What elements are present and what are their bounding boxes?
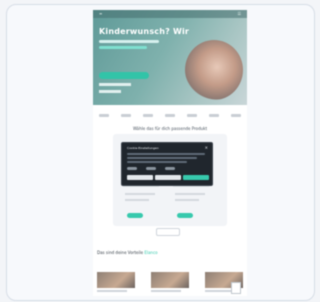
- consent-toggle[interactable]: [146, 167, 156, 170]
- consent-settings-button[interactable]: [155, 175, 181, 180]
- partner-logo: [187, 113, 197, 117]
- close-icon[interactable]: ×: [205, 145, 208, 150]
- hero-feature-line: [99, 83, 131, 86]
- articles-title-highlight: Elanco: [144, 250, 158, 255]
- plan-text-line: [125, 193, 155, 195]
- articles-title-prefix: Das sind deine Vorteile: [97, 250, 144, 255]
- plan-card: [123, 186, 159, 223]
- plan-text-line: [175, 193, 205, 195]
- chat-widget-badge[interactable]: [231, 282, 241, 294]
- hero-feature-line: [99, 90, 121, 93]
- article-caption-line: [151, 290, 181, 292]
- article-card[interactable]: [151, 272, 189, 296]
- article-caption-line: [97, 290, 127, 292]
- logo[interactable]: ≡: [99, 11, 102, 16]
- hero-subtext-line: [99, 40, 159, 43]
- consent-toggle[interactable]: [127, 167, 137, 170]
- partner-logo: [99, 113, 109, 117]
- plan-select-button[interactable]: [127, 213, 143, 218]
- consent-text-line: [127, 161, 187, 163]
- hero-headline: Kinderwunsch? Wir: [99, 27, 190, 36]
- hero-highlight-line: [99, 46, 147, 49]
- partner-logos-row: [93, 110, 247, 120]
- article-image: [151, 272, 189, 288]
- partner-logo: [165, 113, 175, 117]
- partner-logo: [121, 113, 131, 117]
- consent-accept-button[interactable]: [183, 175, 209, 180]
- hero-cta-button[interactable]: [99, 72, 149, 79]
- top-navigation-bar: ≡ ☰: [93, 10, 247, 18]
- consent-text-line: [127, 153, 205, 155]
- article-card[interactable]: [97, 272, 135, 296]
- article-image: [97, 272, 135, 288]
- plan-select-button[interactable]: [177, 213, 193, 218]
- consent-title: Cookie-Einstellungen: [127, 146, 159, 150]
- webpage-screenshot: ≡ ☰ Kinderwunsch? Wir Wähle das für dich…: [93, 10, 247, 296]
- consent-reject-button[interactable]: [127, 175, 153, 180]
- menu-icon[interactable]: ☰: [237, 11, 241, 16]
- partner-logo: [143, 113, 153, 117]
- articles-section-title: Das sind deine Vorteile Elanco: [97, 250, 158, 255]
- consent-text-line: [127, 157, 197, 159]
- plan-card: [173, 186, 209, 223]
- article-thumbnails: [97, 272, 243, 296]
- plans-section-title: Wähle das für dich passende Produkt: [132, 126, 208, 131]
- article-card[interactable]: [205, 272, 243, 296]
- hero-banner: ≡ ☰ Kinderwunsch? Wir: [93, 10, 247, 105]
- more-button[interactable]: [156, 228, 180, 236]
- cookie-consent-dialog: Cookie-Einstellungen ×: [121, 142, 213, 186]
- preview-card: ≡ ☰ Kinderwunsch? Wir Wähle das für dich…: [6, 4, 315, 301]
- plan-text-line: [125, 199, 149, 201]
- partner-logo: [231, 113, 241, 117]
- consent-toggle[interactable]: [165, 167, 175, 170]
- partner-logo: [209, 113, 219, 117]
- plan-text-line: [175, 199, 199, 201]
- hero-photo: [185, 40, 243, 100]
